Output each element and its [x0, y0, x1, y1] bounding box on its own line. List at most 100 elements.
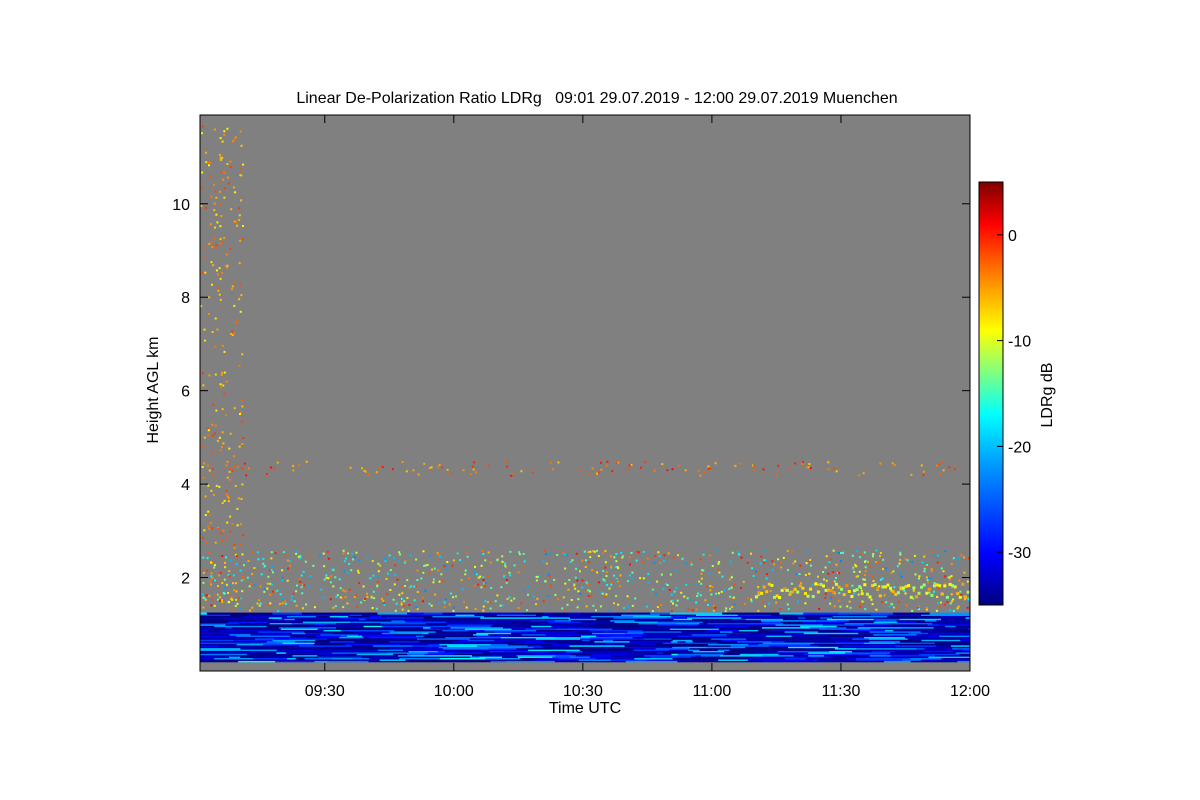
heatmap-cell: [920, 464, 923, 467]
heatmap-cell: [861, 553, 864, 556]
heatmap-cell: [434, 593, 437, 596]
heatmap-cell: [238, 262, 241, 265]
heatmap-cell: [943, 584, 947, 588]
heatmap-cell: [364, 598, 366, 600]
heatmap-cell: [918, 577, 920, 580]
heatmap-cell: [282, 597, 284, 600]
heatmap-cell: [636, 550, 639, 553]
heatmap-cell: [301, 592, 304, 595]
heatmap-cell: [669, 573, 672, 576]
heatmap-cell: [286, 559, 289, 562]
heatmap-cell: [957, 562, 960, 565]
heatmap-cell: [334, 605, 337, 608]
heatmap-cell: [941, 461, 944, 464]
heatmap-cell: [654, 555, 657, 557]
heatmap-cell: [853, 592, 856, 595]
heatmap-cell: [859, 556, 862, 559]
heatmap-cell: [415, 606, 418, 609]
heatmap-cell: [233, 543, 236, 546]
heatmap-cell: [635, 559, 638, 562]
heatmap-cell: [579, 469, 582, 472]
heatmap-cell: [545, 562, 548, 565]
colorbar-tick-label: -10: [1008, 334, 1031, 351]
heatmap-cell: [549, 461, 552, 464]
heatmap-cell: [232, 455, 235, 458]
heatmap-cell: [207, 510, 210, 513]
heatmap-cell: [221, 446, 223, 449]
heatmap-cell: [263, 565, 266, 568]
heatmap-cell: [506, 465, 509, 468]
heatmap-cell: [528, 585, 530, 588]
heatmap-cell: [851, 554, 854, 557]
heatmap-cell: [490, 612, 524, 615]
heatmap-cell: [832, 586, 834, 589]
heatmap-cell: [778, 596, 782, 600]
heatmap-cell: [302, 570, 305, 573]
heatmap-cell: [296, 550, 298, 553]
heatmap-cell: [763, 549, 766, 552]
heatmap-cell: [584, 566, 587, 568]
heatmap-cell: [670, 593, 673, 596]
heatmap-cell: [715, 549, 718, 552]
heatmap-cell: [605, 464, 608, 467]
heatmap-cell: [208, 313, 210, 315]
heatmap-cell: [779, 608, 782, 610]
heatmap-cell: [912, 589, 915, 592]
heatmap-cell: [958, 595, 962, 599]
heatmap-cell: [957, 605, 960, 608]
heatmap-cell: [672, 556, 675, 559]
heatmap-cell: [348, 588, 351, 591]
x-tick-label: 12:00: [950, 683, 990, 700]
heatmap-cell: [549, 584, 552, 587]
heatmap-cell: [574, 576, 577, 579]
heatmap-cell: [860, 592, 864, 596]
heatmap-cell: [270, 569, 273, 571]
heatmap-cell: [760, 555, 763, 558]
heatmap-cell: [896, 591, 900, 595]
y-tick-label: 6: [181, 384, 190, 401]
heatmap-cell: [904, 585, 908, 588]
heatmap-cell: [567, 588, 570, 591]
heatmap-cell: [721, 575, 724, 578]
heatmap-cell: [898, 562, 901, 565]
heatmap-cell: [952, 598, 955, 601]
heatmap-cell: [225, 493, 228, 496]
heatmap-cell: [202, 581, 205, 584]
heatmap-cell: [563, 608, 566, 611]
heatmap-cell: [711, 565, 714, 567]
heatmap-cell: [393, 583, 396, 586]
heatmap-cell: [350, 569, 353, 572]
heatmap-cell: [477, 576, 480, 579]
heatmap-cell: [809, 564, 812, 567]
heatmap-cell: [855, 575, 858, 578]
heatmap-cell: [769, 590, 772, 593]
heatmap-cell: [730, 576, 733, 579]
heatmap-cell: [494, 600, 497, 603]
heatmap-cell: [824, 566, 827, 569]
heatmap-cell: [503, 575, 505, 578]
heatmap-cell: [883, 594, 886, 597]
heatmap-cell: [305, 603, 308, 606]
heatmap-cell: [628, 574, 631, 577]
heatmap-cell: [329, 598, 332, 601]
heatmap-cell: [222, 442, 225, 445]
heatmap-cell: [681, 557, 684, 560]
heatmap-cell: [325, 576, 328, 579]
heatmap-cell: [575, 552, 578, 555]
heatmap-cell: [221, 555, 224, 557]
heatmap-cell: [899, 551, 902, 554]
heatmap-cell: [780, 561, 783, 564]
heatmap-cell: [579, 570, 581, 573]
heatmap-cell: [394, 609, 397, 612]
heatmap-cell: [868, 595, 872, 599]
heatmap-cell: [240, 294, 243, 297]
heatmap-cell: [872, 555, 874, 558]
heatmap-cell: [855, 588, 859, 592]
heatmap-cell: [960, 594, 963, 596]
heatmap-cell: [281, 602, 284, 605]
y-tick-label: 2: [181, 571, 190, 588]
heatmap-cell: [617, 461, 620, 464]
heatmap-cell: [610, 565, 613, 568]
heatmap-cell: [786, 569, 789, 572]
heatmap-cell: [401, 592, 404, 595]
